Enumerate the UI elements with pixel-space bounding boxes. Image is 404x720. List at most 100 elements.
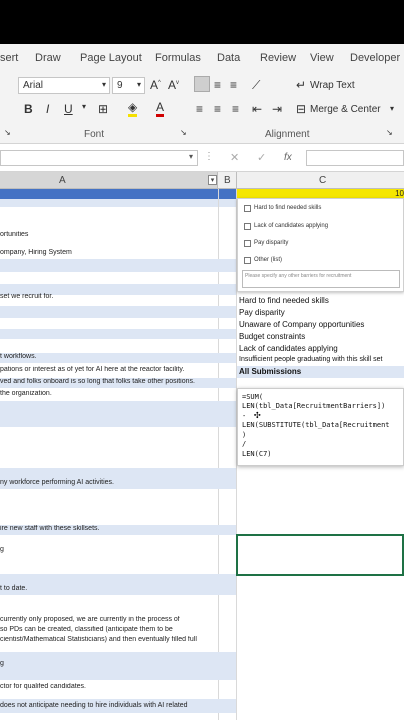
formula-line: ) [242,431,247,439]
cell-a[interactable]: does not anticipate needing to hire indi… [0,699,236,713]
italic-icon[interactable]: I [46,102,49,116]
table-header-band [0,189,237,199]
selected-cell[interactable] [236,534,404,576]
insert-function-button[interactable]: fx [284,152,292,163]
cell-a[interactable]: t to date. [0,574,236,595]
cell-a[interactable]: ortunities [0,231,236,238]
dialog-launcher-icon[interactable]: ↘ [386,128,393,137]
cell-c[interactable]: Lack of candidates applying [239,344,338,353]
fill-color-icon[interactable]: ◈ [128,100,138,117]
cell-a[interactable] [0,318,236,328]
tab-formulas[interactable]: Formulas [155,52,201,64]
checkbox[interactable] [244,223,251,230]
tab-data[interactable]: Data [217,52,240,64]
cell-a[interactable] [0,341,236,351]
cell-a[interactable]: so PDs can be created, classified (antic… [0,626,236,636]
tab-developer[interactable]: Developer [350,52,400,64]
cell-a[interactable]: t workflows. [0,353,236,363]
checkbox[interactable] [244,257,251,264]
all-submissions-cell[interactable]: All Submissions [239,367,301,376]
other-barriers-input[interactable]: Please specify any other barriers for re… [242,270,400,288]
checkbox-form-image: Hard to find needed skills Lack of candi… [237,198,404,292]
align-top-icon[interactable] [194,76,210,92]
cell-a[interactable]: currently only proposed, we are currentl… [0,616,236,626]
decrease-font-icon[interactable]: Av [168,78,179,92]
chevron-down-icon[interactable]: ▾ [390,104,394,113]
group-label-alignment: Alignment [265,129,310,140]
font-name-value: Arial [23,80,44,91]
decrease-indent-icon[interactable]: ⇤ [252,102,262,116]
font-size-select[interactable]: 9 ▾ [112,77,145,94]
column-c-header-text: 10 [395,189,404,198]
cell-a[interactable]: pations or interest as of yet for AI her… [0,366,236,376]
formula-line: - [242,412,247,420]
cell-a[interactable] [0,329,236,339]
cell-a[interactable]: set we recruit for. [0,293,236,304]
cell-a[interactable]: ctor for qualifed candidates. [0,683,236,693]
checkbox-label: Lack of candidates applying [254,223,329,229]
tab-page-layout[interactable]: Page Layout [80,52,142,64]
tab-insert[interactable]: sert [0,52,18,64]
cell-a[interactable] [0,401,236,427]
wrap-text-icon[interactable]: ↵ [296,78,306,92]
cell-a[interactable] [0,306,236,318]
font-color-icon[interactable]: A [156,100,165,117]
cell-a[interactable]: ny workforce performing AI activities. [0,468,236,489]
checkbox[interactable] [244,240,251,247]
align-right-icon[interactable]: ≡ [232,102,239,116]
title-bar-dark [0,0,404,44]
increase-font-icon[interactable]: A^ [150,78,161,92]
chevron-down-icon[interactable]: ▾ [82,102,86,111]
blue-band [0,199,237,207]
bold-icon[interactable]: B [24,102,33,116]
cell-a[interactable]: cientist/Mathematical Statisticians) and… [0,636,236,646]
cell-a[interactable] [0,259,236,272]
cell-a[interactable]: the organization. [0,390,236,400]
cell-a[interactable] [0,489,236,525]
cell-a[interactable]: ved and folks onboard is so long that fo… [0,378,236,388]
orientation-icon[interactable]: ⟋ [252,78,260,93]
align-center-icon[interactable]: ≡ [214,102,221,116]
column-header-b[interactable]: B [218,172,237,188]
cell-a[interactable]: ire new staff with these skillsets. [0,525,236,535]
tab-view[interactable]: View [310,52,334,64]
wrap-text-button[interactable]: Wrap Text [310,80,355,91]
align-bottom-icon[interactable]: ≡ [230,78,237,92]
cell-c[interactable]: Budget constraints [239,332,305,341]
formula-line: / [242,440,247,448]
column-header-a-label: A [59,175,66,186]
name-box[interactable]: ▾ [0,150,198,166]
cell-a[interactable]: ompany, Hiring System [0,249,236,256]
cell-a[interactable] [0,428,236,466]
formula-line: LEN(C7) [242,450,272,458]
column-header-a[interactable]: A [0,172,218,188]
tab-draw[interactable]: Draw [35,52,61,64]
cell-c[interactable]: Pay disparity [239,308,285,317]
increase-indent-icon[interactable]: ⇥ [272,102,282,116]
chevron-down-icon: ▾ [188,152,193,161]
merge-center-icon[interactable]: ⊟ [296,102,306,116]
tab-review[interactable]: Review [260,52,296,64]
cell-a[interactable]: g [0,652,236,680]
checkbox[interactable] [244,205,251,212]
cell-a[interactable]: g [0,546,236,556]
borders-icon[interactable]: ⊞ [98,102,108,116]
cancel-icon[interactable]: ✕ [230,151,239,164]
underline-icon[interactable]: U [64,102,73,116]
chevron-down-icon: ▾ [136,80,141,89]
formula-line: LEN(SUBSTITUTE(tbl_Data[Recruitment [242,421,390,429]
formula-input[interactable] [306,150,404,166]
enter-icon[interactable]: ✓ [257,151,266,164]
dialog-launcher-icon[interactable]: ↘ [180,128,187,137]
filter-dropdown-icon[interactable]: ▾ [208,175,217,185]
merge-center-button[interactable]: Merge & Center [310,104,381,115]
cell-c[interactable]: Insufficient people graduating with this… [239,356,382,363]
align-left-icon[interactable]: ≡ [196,102,203,116]
column-header-c[interactable]: C [237,172,404,188]
align-middle-icon[interactable]: ≡ [214,78,221,92]
font-name-select[interactable]: Arial ▾ [18,77,110,94]
cell-c[interactable]: Hard to find needed skills [239,296,329,305]
cell-c[interactable]: Unaware of Company opportunities [239,320,364,329]
dialog-launcher-icon[interactable]: ↘ [4,128,11,137]
cell-a[interactable] [0,273,236,284]
